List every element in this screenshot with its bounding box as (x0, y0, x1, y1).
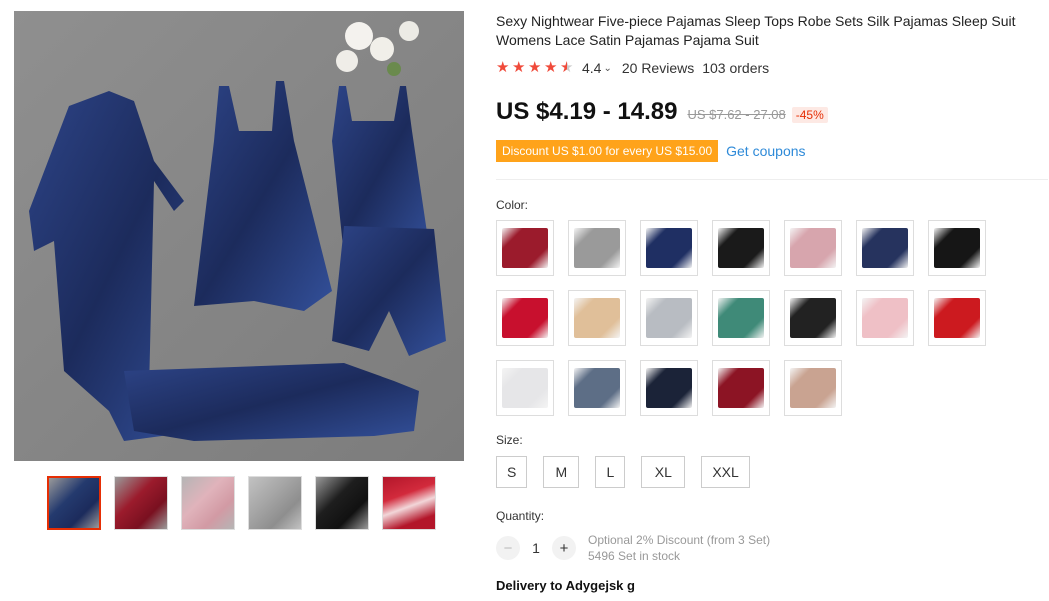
swatch-image (502, 368, 548, 408)
color-swatch-pink-set[interactable] (784, 220, 842, 276)
color-swatch-red-dress[interactable] (496, 290, 554, 346)
swatch-image (502, 228, 548, 268)
divider (496, 179, 1048, 180)
color-swatch-black-set[interactable] (712, 220, 770, 276)
orders-count: 103 orders (702, 60, 770, 76)
color-swatch-wine-red-set[interactable] (496, 220, 554, 276)
swatch-image (934, 298, 980, 338)
rating-stars[interactable]: ★ ★ ★ ★ ★ (496, 59, 574, 76)
delivery-info[interactable]: Delivery to Adygejsk g (496, 578, 635, 593)
reviews-link[interactable]: 20 Reviews (622, 60, 694, 76)
chevron-down-icon[interactable]: ⌄ (603, 63, 611, 74)
swatch-image (646, 368, 692, 408)
optional-discount-text: Optional 2% Discount (from 3 Set) (588, 533, 771, 547)
quantity-value[interactable]: 1 (520, 540, 552, 556)
quantity-label: Quantity: (496, 509, 545, 523)
thumbnail-red-detail[interactable] (382, 476, 436, 530)
color-swatch-nude-set[interactable] (784, 360, 842, 416)
product-title: Sexy Nightwear Five-piece Pajamas Sleep … (496, 13, 1016, 48)
color-swatch-light-pink-set[interactable] (856, 290, 914, 346)
star-icon: ★ (544, 59, 558, 76)
swatch-image (646, 228, 692, 268)
main-product-image[interactable] (14, 11, 464, 461)
swatch-image (718, 228, 764, 268)
star-icon: ★ (512, 59, 526, 76)
swatch-image (790, 368, 836, 408)
color-swatch-green-set[interactable] (712, 290, 770, 346)
swatch-image (862, 298, 908, 338)
color-swatch-champagne-dress[interactable] (568, 290, 626, 346)
size-option-xxl[interactable]: XXL (701, 456, 750, 488)
color-swatch-black-dress[interactable] (928, 220, 986, 276)
coupon-tag[interactable]: Discount US $1.00 for every US $15.00 (496, 140, 719, 162)
quantity-stepper: − 1 + Optional 2% Discount (from 3 Set) … (496, 532, 770, 564)
price-row: US $4.19 - 14.89 US $7.62 - 27.08 -45% (496, 98, 828, 126)
swatch-image (646, 298, 692, 338)
swatch-image (574, 298, 620, 338)
size-option-xl[interactable]: XL (641, 456, 686, 488)
quantity-info: Optional 2% Discount (from 3 Set) 5496 S… (588, 532, 770, 564)
thumbnail-grey[interactable] (248, 476, 302, 530)
size-option-m[interactable]: M (543, 456, 580, 488)
increase-quantity-button[interactable]: + (552, 536, 576, 560)
color-swatch-blue-grey-set[interactable] (568, 360, 626, 416)
color-swatch-navy-dress[interactable] (856, 220, 914, 276)
color-swatch-silver-dress[interactable] (640, 290, 698, 346)
rating-value[interactable]: 4.4 (582, 60, 601, 76)
thumbnail-black[interactable] (315, 476, 369, 530)
thumbnail-pink[interactable] (181, 476, 235, 530)
stock-text: 5496 Set in stock (588, 549, 681, 563)
swatch-image (718, 298, 764, 338)
half-star-icon: ★ (560, 59, 574, 76)
color-swatch-grid (496, 220, 1016, 416)
color-swatch-navy-set[interactable] (640, 220, 698, 276)
size-options: S M L XL XXL (496, 456, 750, 488)
thumbnail-navy[interactable] (47, 476, 101, 530)
rating-row: ★ ★ ★ ★ ★ 4.4 ⌄ 20 Reviews 103 orders (496, 60, 769, 76)
swatch-image (574, 368, 620, 408)
swatch-image (790, 298, 836, 338)
size-option-s[interactable]: S (496, 456, 528, 488)
star-icon: ★ (528, 59, 542, 76)
color-swatch-white-set[interactable] (496, 360, 554, 416)
swatch-image (574, 228, 620, 268)
color-label: Color: (496, 198, 529, 212)
size-option-l[interactable]: L (595, 456, 626, 488)
current-price: US $4.19 - 14.89 (496, 98, 678, 125)
swatch-image (502, 298, 548, 338)
original-price: US $7.62 - 27.08 (687, 107, 786, 122)
star-icon: ★ (496, 59, 510, 76)
size-label: Size: (496, 433, 523, 447)
decrease-quantity-button[interactable]: − (496, 536, 520, 560)
thumbnail-strip (47, 476, 436, 530)
color-swatch-red-set[interactable] (928, 290, 986, 346)
thumbnail-wine-red[interactable] (114, 476, 168, 530)
color-swatch-black-set-2[interactable] (784, 290, 842, 346)
swatch-image (790, 228, 836, 268)
color-swatch-burgundy-set[interactable] (712, 360, 770, 416)
coupon-row: Discount US $1.00 for every US $15.00 Ge… (496, 140, 806, 162)
color-swatch-grey-set[interactable] (568, 220, 626, 276)
swatch-image (934, 228, 980, 268)
discount-badge: -45% (791, 107, 828, 123)
color-swatch-dark-navy-set[interactable] (640, 360, 698, 416)
swatch-image (862, 228, 908, 268)
get-coupons-link[interactable]: Get coupons (726, 143, 805, 159)
swatch-image (718, 368, 764, 408)
